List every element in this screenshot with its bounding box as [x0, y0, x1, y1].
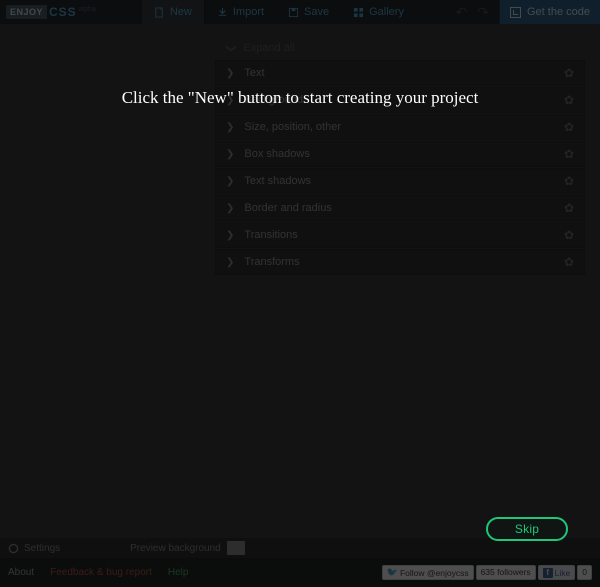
onboarding-message: Click the "New" button to start creating… [0, 88, 600, 108]
skip-label: Skip [515, 522, 539, 536]
onboarding-overlay: Click the "New" button to start creating… [0, 0, 600, 587]
skip-button[interactable]: Skip [486, 517, 568, 541]
